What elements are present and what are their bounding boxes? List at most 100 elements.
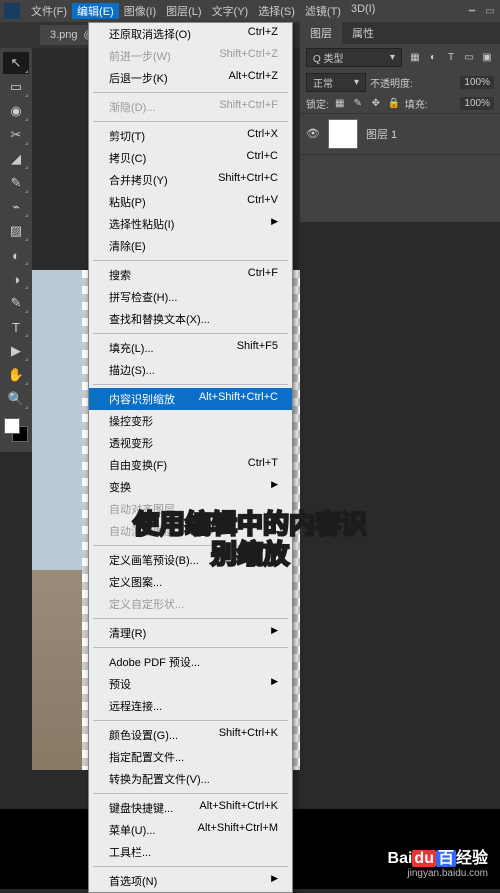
tool-button[interactable]: ✎ (3, 292, 29, 314)
baidu-du-icon: du (412, 850, 436, 867)
menu-item[interactable]: 转换为配置文件(V)... (89, 768, 292, 790)
app-logo-icon (4, 3, 20, 19)
fill-label: 填充: (405, 96, 428, 111)
chevron-down-icon: ▾ (390, 52, 395, 63)
tab-properties[interactable]: 属性 (342, 22, 384, 44)
video-caption: 使用编辑中的内容识 别缩放 (133, 510, 367, 570)
menu-item[interactable]: 描边(S)... (89, 359, 292, 381)
menu-item: 前进一步(W)Shift+Ctrl+Z (89, 45, 292, 67)
tool-button[interactable]: ✋ (3, 364, 29, 386)
tool-button[interactable]: ◑ (3, 268, 29, 290)
tool-button[interactable]: ✎ (3, 172, 29, 194)
menubar-item[interactable]: 滤镜(T) (300, 3, 346, 19)
menu-item[interactable]: 预设▶ (89, 673, 292, 695)
tool-button[interactable]: ⌁ (3, 196, 29, 218)
menu-item: 定义自定形状... (89, 593, 292, 615)
menu-item[interactable]: 内容识别缩放Alt+Shift+Ctrl+C (89, 388, 292, 410)
layer-kind-select[interactable]: Q 类型▾ (306, 48, 402, 67)
chevron-down-icon: ▾ (354, 77, 359, 88)
tool-button[interactable]: ◉ (3, 100, 29, 122)
panels: 图层 属性 Q 类型▾ ▦ ◐ T ▭ ▣ 正常▾ 不透明度: 100% 锁定:… (300, 22, 500, 222)
menubar-item[interactable]: 图像(I) (119, 3, 161, 19)
tool-button[interactable]: ▨ (3, 220, 29, 242)
tool-button[interactable]: 🔍 (3, 388, 29, 410)
minimize-icon[interactable]: ━ (466, 6, 478, 16)
menu-item[interactable]: 键盘快捷键...Alt+Shift+Ctrl+K (89, 797, 292, 819)
menu-item[interactable]: 填充(L)...Shift+F5 (89, 337, 292, 359)
menu-item[interactable]: 查找和替换文本(X)... (89, 308, 292, 330)
document-tab-title: 3.png (50, 29, 78, 41)
tab-layers[interactable]: 图层 (300, 22, 342, 44)
tool-button[interactable]: ✂ (3, 124, 29, 146)
tool-button[interactable]: ◐ (3, 244, 29, 266)
tool-button[interactable]: ◢ (3, 148, 29, 170)
menu-item[interactable]: Adobe PDF 预设... (89, 651, 292, 673)
opacity-label: 不透明度: (370, 75, 413, 90)
layer-name[interactable]: 图层 1 (366, 126, 397, 142)
menubar-item[interactable]: 选择(S) (253, 3, 300, 19)
panel-tabs: 图层 属性 (300, 22, 500, 44)
submenu-arrow-icon: ▶ (271, 216, 278, 232)
menubar: 文件(F)编辑(E)图像(I)图层(L)文字(Y)选择(S)滤镜(T)3D(I)… (0, 0, 500, 22)
filter-adjust-icon[interactable]: ◐ (426, 51, 440, 65)
menu-item[interactable]: 透视变形 (89, 432, 292, 454)
layer-thumbnail[interactable] (328, 119, 358, 149)
filter-shape-icon[interactable]: ▭ (462, 51, 476, 65)
menu-item[interactable]: 合并拷贝(Y)Shift+Ctrl+C (89, 169, 292, 191)
layer-row[interactable]: 👁 图层 1 (300, 113, 500, 155)
submenu-arrow-icon: ▶ (271, 625, 278, 641)
menu-item[interactable]: 拷贝(C)Ctrl+C (89, 147, 292, 169)
menu-item[interactable]: 变换▶ (89, 476, 292, 498)
submenu-arrow-icon: ▶ (271, 479, 278, 495)
menu-item[interactable]: 远程连接... (89, 695, 292, 717)
menu-item[interactable]: 粘贴(P)Ctrl+V (89, 191, 292, 213)
menu-item[interactable]: 拼写检查(H)... (89, 286, 292, 308)
menu-item[interactable]: 菜单(U)...Alt+Shift+Ctrl+M (89, 819, 292, 841)
menu-item[interactable]: 搜索Ctrl+F (89, 264, 292, 286)
menu-item[interactable]: 剪切(T)Ctrl+X (89, 125, 292, 147)
menubar-item[interactable]: 文件(F) (26, 3, 72, 19)
lock-all-icon[interactable]: 🔒 (387, 97, 401, 111)
blend-mode-select[interactable]: 正常▾ (306, 73, 366, 92)
tool-button[interactable]: ▶ (3, 340, 29, 362)
tool-button[interactable]: ▭ (3, 76, 29, 98)
watermark-url: jingyan.baidu.com (388, 868, 488, 879)
menu-item[interactable]: 后退一步(K)Alt+Ctrl+Z (89, 67, 292, 89)
menubar-item[interactable]: 文字(Y) (207, 3, 254, 19)
menu-item[interactable]: 工具栏... (89, 841, 292, 863)
menubar-item[interactable]: 3D(I) (346, 3, 380, 19)
lock-label: 锁定: (306, 96, 329, 111)
menu-item[interactable]: 清理(R)▶ (89, 622, 292, 644)
filter-pixel-icon[interactable]: ▦ (408, 51, 422, 65)
menu-item: 渐隐(D)...Shift+Ctrl+F (89, 96, 292, 118)
fill-value[interactable]: 100% (460, 97, 494, 110)
menu-item[interactable]: 自由变换(F)Ctrl+T (89, 454, 292, 476)
menu-item[interactable]: 颜色设置(G)...Shift+Ctrl+K (89, 724, 292, 746)
canvas-image (32, 270, 82, 770)
menu-item[interactable]: 指定配置文件... (89, 746, 292, 768)
visibility-icon[interactable]: 👁 (306, 127, 320, 141)
menubar-item[interactable]: 编辑(E) (72, 3, 119, 19)
menu-item[interactable]: 定义图案... (89, 571, 292, 593)
submenu-arrow-icon: ▶ (271, 676, 278, 692)
tool-button[interactable]: T (3, 316, 29, 338)
maximize-icon[interactable]: ▭ (484, 6, 496, 16)
filter-smart-icon[interactable]: ▣ (480, 51, 494, 65)
lock-transparent-icon[interactable]: ▦ (333, 97, 347, 111)
filter-type-icon[interactable]: T (444, 51, 458, 65)
toolbox: ↖▭◉✂◢✎⌁▨◐◑✎T▶✋🔍 (0, 48, 32, 452)
lock-pixel-icon[interactable]: ✎ (351, 97, 365, 111)
menu-item[interactable]: 选择性粘贴(I)▶ (89, 213, 292, 235)
edit-menu: 还原取消选择(O)Ctrl+Z前进一步(W)Shift+Ctrl+Z后退一步(K… (88, 22, 293, 893)
menubar-item[interactable]: 图层(L) (161, 3, 206, 19)
menu-item[interactable]: 操控变形 (89, 410, 292, 432)
menu-item[interactable]: 清除(E) (89, 235, 292, 257)
lock-position-icon[interactable]: ✥ (369, 97, 383, 111)
menu-item[interactable]: 还原取消选择(O)Ctrl+Z (89, 23, 292, 45)
window-controls: ━ ▭ (466, 6, 496, 16)
color-swatch[interactable] (4, 418, 28, 442)
watermark: Baidu百经验 jingyan.baidu.com (388, 844, 488, 879)
submenu-arrow-icon: ▶ (271, 873, 278, 889)
opacity-value[interactable]: 100% (460, 76, 494, 89)
tool-button[interactable]: ↖ (3, 52, 29, 74)
